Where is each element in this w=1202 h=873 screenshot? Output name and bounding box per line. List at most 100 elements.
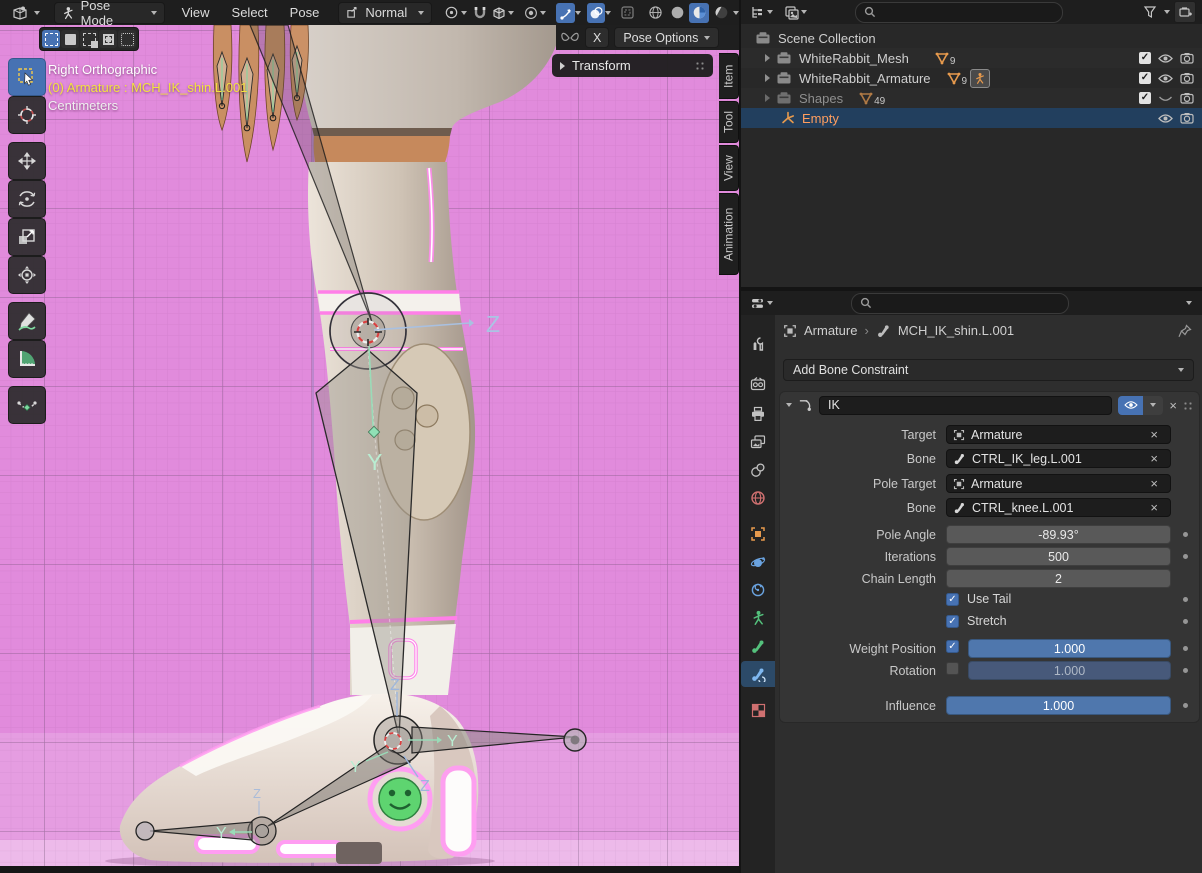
tool-cursor-button[interactable] xyxy=(8,96,46,134)
tool-move-button[interactable] xyxy=(8,142,46,180)
pivot-point-dropdown[interactable] xyxy=(442,3,461,23)
shading-rendered-button[interactable] xyxy=(711,3,731,23)
snap-target-dropdown[interactable] xyxy=(489,3,508,23)
selectable-checkbox[interactable]: ✓ xyxy=(1139,92,1151,104)
render-camera-icon[interactable] xyxy=(1180,52,1194,64)
transform-panel-header[interactable]: Transform xyxy=(552,54,713,77)
constraint-enable-button[interactable] xyxy=(1118,396,1143,415)
rotation-slider[interactable]: 1.000 xyxy=(968,661,1171,680)
menu-view[interactable]: View xyxy=(171,5,221,20)
select-mode-extend-button[interactable] xyxy=(61,30,79,48)
constraint-drag-dots-icon[interactable] xyxy=(1183,401,1193,410)
tab-object-constraints-properties[interactable] xyxy=(741,577,775,603)
properties-search-input[interactable] xyxy=(851,293,1069,314)
breadcrumb-bone[interactable]: MCH_IK_shin.L.001 xyxy=(898,323,1014,338)
clear-bone-icon[interactable]: × xyxy=(1150,451,1158,466)
outliner-search-input[interactable] xyxy=(855,2,1063,23)
outliner-row-whiterabbit-armature[interactable]: WhiteRabbit_Armature 9 ✓ xyxy=(741,68,1202,88)
selectable-checkbox[interactable]: ✓ xyxy=(1139,52,1151,64)
snap-toggle[interactable] xyxy=(471,3,490,23)
3d-viewport[interactable]: Z Y xyxy=(0,25,739,873)
select-mode-subtract-button[interactable] xyxy=(80,30,98,48)
constraint-delete-button[interactable]: × xyxy=(1169,398,1177,413)
show-gizmo-toggle[interactable] xyxy=(556,3,575,23)
new-collection-button[interactable] xyxy=(1174,1,1196,23)
constraint-extras-dropdown[interactable] xyxy=(1143,396,1163,415)
animate-dot[interactable] xyxy=(1183,619,1188,624)
sidebar-tab-animation[interactable]: Animation xyxy=(719,193,739,275)
clear-pole-target-icon[interactable]: × xyxy=(1150,476,1158,491)
tab-output-properties[interactable] xyxy=(741,401,775,427)
rotation-checkbox[interactable] xyxy=(946,662,959,675)
pole-angle-slider[interactable]: -89.93° xyxy=(946,525,1171,544)
shading-solid-button[interactable] xyxy=(667,3,687,23)
shading-wireframe-button[interactable] xyxy=(645,3,665,23)
animate-dot[interactable] xyxy=(1183,554,1188,559)
animate-dot[interactable] xyxy=(1183,703,1188,708)
overlays-toggle[interactable] xyxy=(587,3,606,23)
tab-texture-properties[interactable] xyxy=(741,697,775,723)
outliner-row-shapes[interactable]: Shapes 49 ✓ xyxy=(741,88,1202,108)
outliner-row-scene-collection[interactable]: Scene Collection xyxy=(741,28,1202,48)
render-camera-icon[interactable] xyxy=(1180,72,1194,84)
editor-type-dropdown[interactable] xyxy=(4,2,48,24)
tab-scene-properties[interactable] xyxy=(741,457,775,483)
hide-eye-icon[interactable] xyxy=(1158,73,1173,84)
shading-material-button[interactable] xyxy=(689,3,709,23)
tool-tweak-select-button[interactable] xyxy=(8,58,46,96)
select-mode-invert-button[interactable] xyxy=(99,30,117,48)
pole-bone-field[interactable]: CTRL_knee.L.001 × xyxy=(946,498,1171,517)
render-camera-icon[interactable] xyxy=(1180,92,1194,104)
select-mode-set-button[interactable] xyxy=(42,30,60,48)
select-mode-intersect-button[interactable] xyxy=(118,30,136,48)
animate-dot[interactable] xyxy=(1183,597,1188,602)
breadcrumb-object[interactable]: Armature xyxy=(804,323,857,338)
weight-position-checkbox[interactable]: ✓ xyxy=(946,640,959,653)
x-axis-mirror-toggle[interactable]: X xyxy=(585,27,609,48)
expand-arrow-icon[interactable] xyxy=(765,54,770,62)
tool-annotate-button[interactable] xyxy=(8,302,46,340)
outliner-row-whiterabbit-mesh[interactable]: WhiteRabbit_Mesh 9 ✓ xyxy=(741,48,1202,68)
properties-editor-type-dropdown[interactable] xyxy=(747,293,767,313)
pin-icon[interactable] xyxy=(1178,324,1192,338)
hide-eye-closed-icon[interactable] xyxy=(1158,93,1173,104)
tool-transform-button[interactable] xyxy=(8,256,46,294)
animate-dot[interactable] xyxy=(1183,646,1188,651)
panel-expand-icon[interactable] xyxy=(786,403,792,407)
xray-toggle[interactable] xyxy=(618,3,637,23)
outliner-row-empty[interactable]: Empty xyxy=(741,108,1202,128)
tab-view-layer-properties[interactable] xyxy=(741,429,775,455)
expand-arrow-icon[interactable] xyxy=(765,94,770,102)
influence-slider[interactable]: 1.000 xyxy=(946,696,1171,715)
toe-control-sphere[interactable] xyxy=(136,822,154,840)
constraint-name-input[interactable]: IK xyxy=(819,396,1112,415)
clear-target-icon[interactable]: × xyxy=(1150,427,1158,442)
tool-scale-button[interactable] xyxy=(8,218,46,256)
chain-length-slider[interactable]: 2 xyxy=(946,569,1171,588)
sidebar-tab-item[interactable]: Item xyxy=(719,53,739,99)
expand-arrow-icon[interactable] xyxy=(765,74,770,82)
tool-rotate-button[interactable] xyxy=(8,180,46,218)
iterations-slider[interactable]: 500 xyxy=(946,547,1171,566)
transform-orientation-dropdown[interactable]: Normal xyxy=(338,2,432,24)
tab-world-properties[interactable] xyxy=(741,485,775,511)
pole-target-field[interactable]: Armature × xyxy=(946,474,1171,493)
outliner-filter-dropdown[interactable] xyxy=(1140,2,1160,22)
bone-field[interactable]: CTRL_IK_leg.L.001 × xyxy=(946,449,1171,468)
clear-pole-bone-icon[interactable]: × xyxy=(1150,500,1158,515)
sidebar-tab-view[interactable]: View xyxy=(719,145,739,191)
outliner-editor-type-dropdown[interactable] xyxy=(747,2,767,22)
render-camera-icon[interactable] xyxy=(1180,112,1194,124)
add-bone-constraint-button[interactable]: Add Bone Constraint xyxy=(783,359,1194,381)
tab-object-data-properties[interactable] xyxy=(741,605,775,631)
menu-pose[interactable]: Pose xyxy=(279,5,331,20)
tab-physics-properties[interactable] xyxy=(741,549,775,575)
tool-pose-breakdowner-button[interactable] xyxy=(8,386,46,424)
hide-eye-icon[interactable] xyxy=(1158,113,1173,124)
tab-bone-properties[interactable] xyxy=(741,633,775,659)
ik-panel-header[interactable]: IK × xyxy=(780,392,1199,418)
selectable-checkbox[interactable]: ✓ xyxy=(1139,72,1151,84)
hide-eye-icon[interactable] xyxy=(1158,53,1173,64)
stretch-checkbox[interactable]: ✓ xyxy=(946,615,959,628)
pose-options-dropdown[interactable]: Pose Options xyxy=(614,27,719,48)
